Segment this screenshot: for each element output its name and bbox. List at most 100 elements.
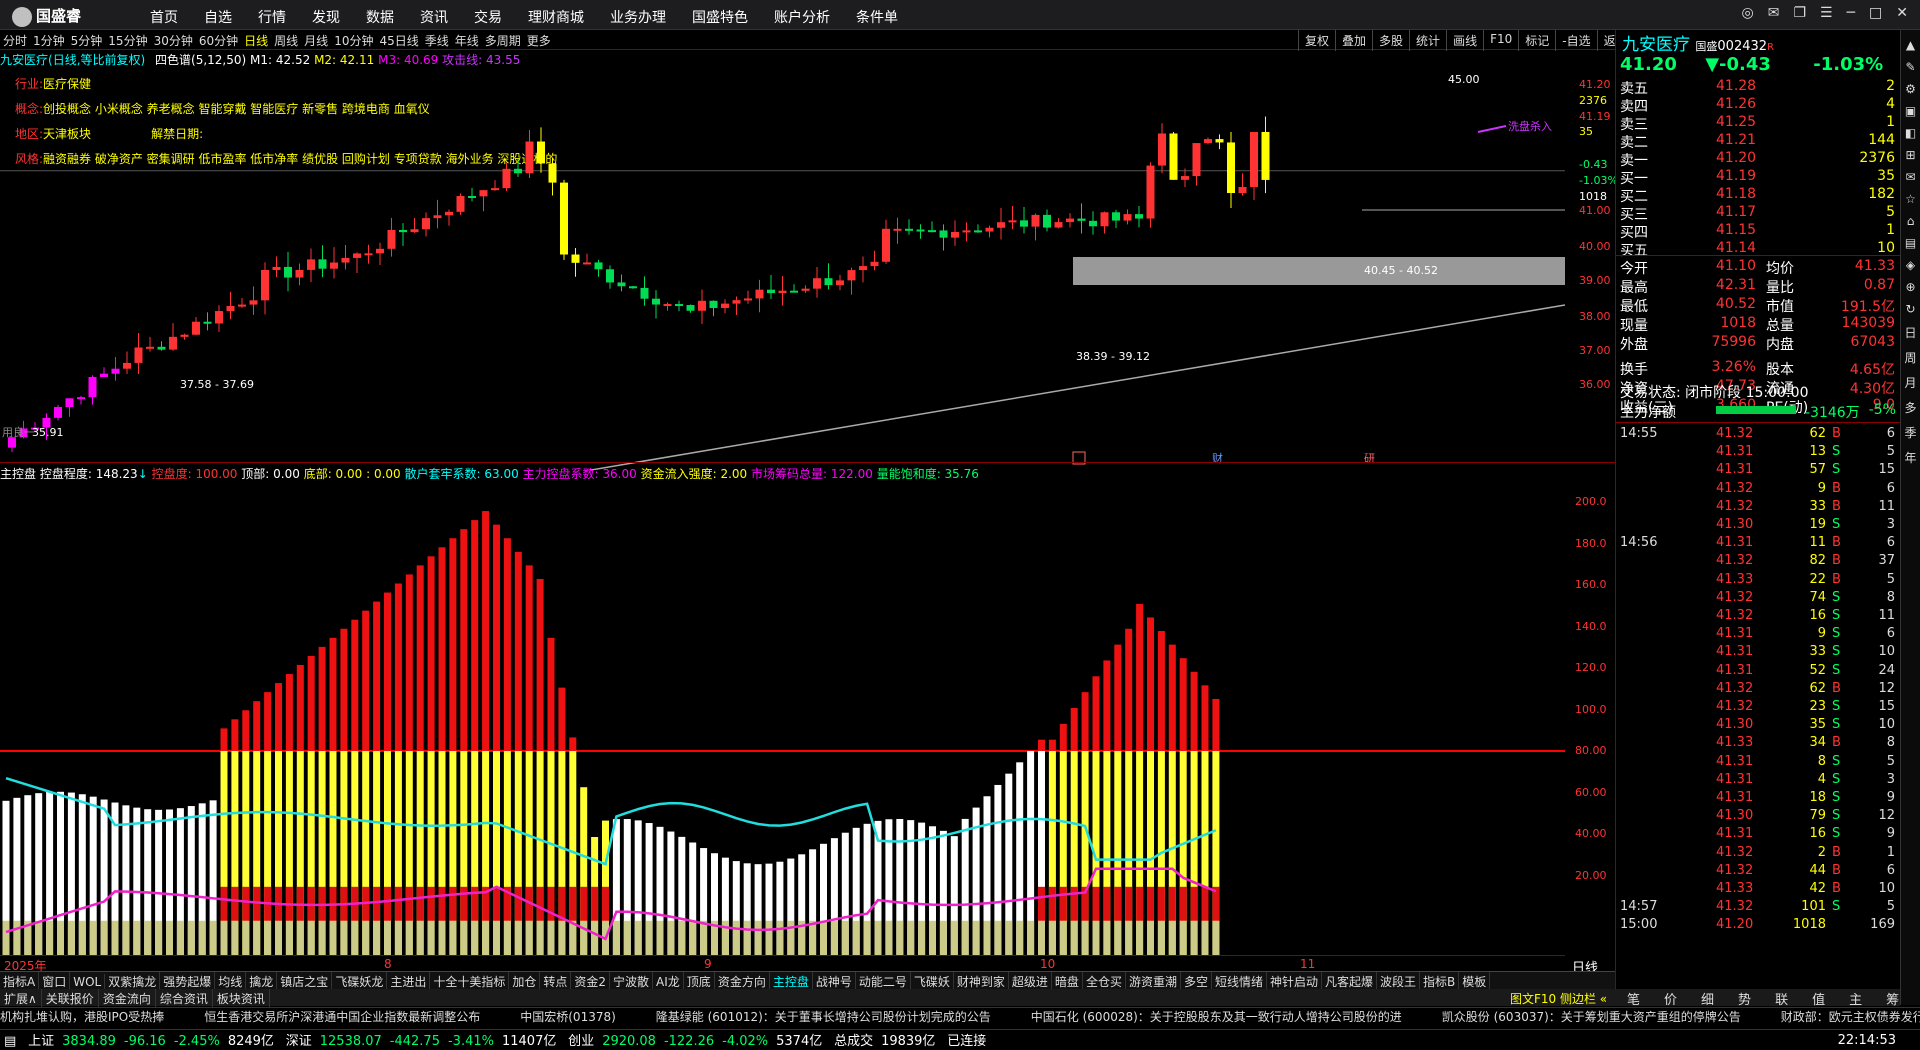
candle[interactable]: [318, 245, 327, 278]
sidebar-period[interactable]: 季: [1901, 424, 1920, 441]
candle[interactable]: [709, 300, 718, 317]
indicator-tab[interactable]: 短线情绪: [1212, 972, 1267, 989]
period-tab[interactable]: 15分钟: [105, 30, 150, 51]
news-item[interactable]: 财政部：欧元主权债券发行: [1781, 1010, 1920, 1024]
candle[interactable]: [491, 180, 499, 191]
indicator-tab[interactable]: 飞碟妖: [911, 972, 954, 989]
news-ticker[interactable]: 机构扎堆认购，港股IPO受热捧 恒生香港交易所沪深港通中国企业指数最新调整公布 中国…: [0, 1007, 1920, 1027]
sidebar-period[interactable]: 周: [1901, 349, 1920, 366]
orderbook-row[interactable]: 买三 41.17 5: [1616, 204, 1901, 223]
info-tab[interactable]: 扩展∧: [0, 989, 42, 1008]
tick-list[interactable]: 14:55 41.32 62 B 6 41.31 13 S 5 41.31 57 S 15 41.32 9 B…: [1616, 426, 1901, 996]
indicator-tab[interactable]: 十全十美指标: [430, 972, 510, 989]
candle[interactable]: [100, 367, 108, 378]
indicator-tab[interactable]: 顶底: [684, 972, 715, 989]
candle[interactable]: [1238, 173, 1247, 196]
candle[interactable]: [249, 286, 258, 315]
quote-stock-name[interactable]: 九安医疗 国盛002432R: [1622, 30, 1774, 55]
period-tab[interactable]: 分时: [0, 30, 30, 51]
candle[interactable]: [997, 207, 1005, 240]
candle[interactable]: [456, 193, 465, 215]
news-item[interactable]: 中国宏桥(01378): [520, 1010, 616, 1024]
candle[interactable]: [732, 296, 741, 315]
candle[interactable]: [1066, 213, 1074, 228]
candle[interactable]: [192, 317, 200, 336]
candle[interactable]: [226, 291, 235, 320]
candle[interactable]: [790, 284, 798, 293]
quote-tab[interactable]: 联: [1763, 989, 1800, 1008]
candle[interactable]: [169, 323, 177, 351]
indicator-tab[interactable]: 资金方向: [715, 972, 770, 989]
candle[interactable]: [88, 375, 97, 405]
candle[interactable]: [1031, 213, 1040, 241]
news-item[interactable]: 隆基绿能 (601012)：关于董事长增持公司股份计划完成的公告: [656, 1010, 991, 1024]
control-indicator-chart[interactable]: [0, 485, 1565, 955]
candle[interactable]: [537, 127, 545, 173]
indicator-name[interactable]: 四色谱(5,12,50): [155, 53, 246, 67]
menu-item[interactable]: 条件单: [856, 7, 898, 27]
orderbook-row[interactable]: 卖三 41.25 1: [1616, 114, 1901, 133]
candle[interactable]: [1158, 123, 1166, 174]
menu-item[interactable]: 理财商城: [528, 7, 584, 27]
candle[interactable]: [583, 253, 591, 265]
indicator-tab[interactable]: 暗盘: [1052, 972, 1083, 989]
candle[interactable]: [939, 224, 948, 251]
candle[interactable]: [847, 267, 856, 295]
candle[interactable]: [146, 336, 154, 352]
candle[interactable]: [859, 256, 867, 283]
sidebar-tool-icon[interactable]: ⊕: [1901, 280, 1920, 294]
candle[interactable]: [882, 219, 890, 264]
indicator-tab[interactable]: 全仓买: [1083, 972, 1126, 989]
candle[interactable]: [571, 248, 580, 277]
info-tab[interactable]: 关联报价: [42, 989, 99, 1008]
period-tab[interactable]: 周线: [271, 30, 301, 51]
candle[interactable]: [261, 262, 269, 315]
quote-tab[interactable]: 价: [1652, 989, 1689, 1008]
orderbook-row[interactable]: 买一 41.19 35: [1616, 168, 1901, 187]
period-tab[interactable]: 季线: [422, 30, 452, 51]
candle[interactable]: [307, 248, 315, 283]
menu-item[interactable]: 资讯: [420, 7, 448, 27]
indicator-tab[interactable]: 飞碟妖龙: [332, 972, 388, 989]
stock-name[interactable]: 九安医疗: [0, 53, 48, 67]
candle[interactable]: [893, 217, 902, 244]
indicator-tab[interactable]: 擒龙: [246, 972, 278, 989]
menu-item[interactable]: 国盛特色: [692, 7, 748, 27]
candle[interactable]: [364, 244, 373, 264]
candle[interactable]: [525, 130, 534, 179]
quote-tab[interactable]: 势: [1726, 989, 1763, 1008]
candle[interactable]: [594, 259, 603, 277]
news-item[interactable]: 凯众股份 (603037)：关于筹划重大资产重组的停牌公告: [1442, 1010, 1741, 1024]
sidebar-tool-icon[interactable]: ▣: [1901, 104, 1920, 118]
chart-tool-button[interactable]: 多股: [1372, 30, 1409, 51]
quote-tab[interactable]: 笔: [1615, 989, 1652, 1008]
indicator-tab[interactable]: 均线: [215, 972, 247, 989]
period-tab[interactable]: 月线: [301, 30, 331, 51]
orderbook-row[interactable]: 买四 41.15 1: [1616, 222, 1901, 241]
chart-tool-button[interactable]: 复权: [1298, 30, 1335, 51]
sidebar-period[interactable]: 年: [1901, 449, 1920, 466]
period-tab[interactable]: 年线: [452, 30, 482, 51]
candle[interactable]: [548, 157, 557, 196]
candle[interactable]: [640, 276, 649, 306]
candle[interactable]: [698, 289, 706, 324]
candle[interactable]: [686, 304, 695, 313]
info-tab[interactable]: 综合资讯: [156, 989, 213, 1008]
candle[interactable]: [215, 305, 223, 332]
sidebar-tool-icon[interactable]: ▤: [1901, 236, 1920, 250]
period-tab[interactable]: 10分钟: [331, 30, 376, 51]
orderbook-row[interactable]: 卖二 41.21 144: [1616, 132, 1901, 151]
indicator-tab[interactable]: 游资重潮: [1126, 972, 1181, 989]
candle[interactable]: [1227, 132, 1235, 208]
indicator-tab[interactable]: 凡客起爆: [1322, 972, 1378, 989]
candle[interactable]: [985, 225, 994, 238]
sidebar-tool-icon[interactable]: ✎: [1901, 60, 1920, 74]
settings-icon[interactable]: ☰: [1820, 5, 1833, 21]
sidebar-tool-icon[interactable]: ◧: [1901, 126, 1920, 140]
news-item[interactable]: 恒生香港交易所沪深港通中国企业指数最新调整公布: [204, 1010, 480, 1024]
period-tab[interactable]: 日线: [241, 30, 271, 51]
candle[interactable]: [1054, 218, 1063, 229]
candle[interactable]: [663, 302, 672, 311]
candle[interactable]: [1077, 203, 1086, 234]
indicator-tab[interactable]: 主进出: [387, 972, 431, 989]
